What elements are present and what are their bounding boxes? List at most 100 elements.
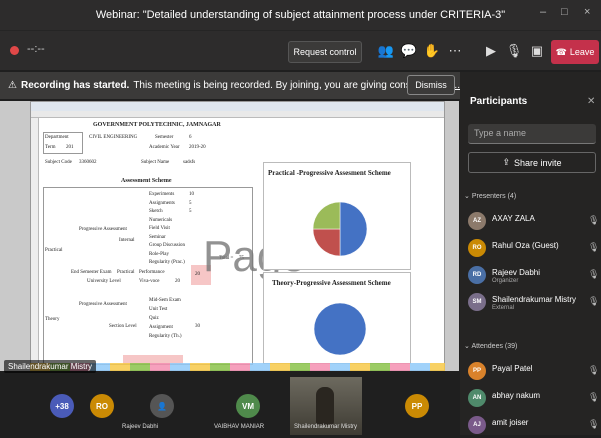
- practical-value: 5: [189, 200, 192, 206]
- practical-item: Field Visit: [149, 226, 170, 231]
- more-participants-badge[interactable]: +38: [50, 394, 74, 418]
- raise-hand-icon[interactable]: ✋: [423, 43, 441, 59]
- theory-item: Unit Test: [149, 307, 168, 312]
- attendees-header[interactable]: ⌄ Attendees (39): [464, 342, 517, 350]
- practical-label: Practical: [45, 248, 63, 253]
- participant-row[interactable]: RD Rajeev Dabhi Organizer 🎙: [468, 266, 599, 288]
- tile-label-shailendrakumar: Shailendrakumar Mistry: [294, 424, 358, 430]
- avatar: RO: [468, 239, 486, 257]
- participant-row[interactable]: PP Payal Patel 🎙: [468, 362, 600, 384]
- pie-slice: [313, 302, 367, 356]
- theory-item: Quiz: [149, 316, 159, 321]
- practical-item: Regularity (Prac.): [149, 260, 185, 265]
- practical-item: Seminar: [149, 234, 166, 240]
- participant-row[interactable]: AZ AXAY ZALA 🎙: [468, 212, 600, 234]
- mic-status-icon: 🎙: [588, 215, 600, 225]
- university-level-label: University Level: [87, 279, 121, 284]
- term-label: Term: [45, 145, 56, 150]
- practical-value: 10: [189, 192, 194, 197]
- participant-row[interactable]: RO Rahul Oza (Guest) 🎙: [468, 239, 600, 261]
- subject-code-value: 3360602: [79, 160, 97, 165]
- avatar: SM: [468, 293, 486, 311]
- mic-status-icon: 🎙: [588, 392, 600, 402]
- avatar-vm: VM: [236, 394, 260, 418]
- more-actions-icon[interactable]: ⋯: [446, 43, 464, 59]
- chat-icon[interactable]: 💬: [400, 43, 418, 59]
- dismiss-button[interactable]: Dismiss: [407, 75, 455, 95]
- request-control-button[interactable]: Request control: [288, 41, 362, 63]
- academic-year-label: Academic Year: [149, 145, 180, 150]
- spreadsheet-window: GOVERNMENT POLYTECHNIC, JAMNAGAR Departm…: [30, 101, 445, 371]
- theory-label: Theory: [45, 317, 60, 322]
- share-invite-button[interactable]: ⇪ Share invite: [468, 152, 596, 173]
- people-icon[interactable]: 👥: [377, 43, 395, 59]
- participant-name: Shailendrakumar Mistry: [492, 295, 577, 304]
- practical-item: Group Discussion: [149, 243, 185, 248]
- tile-label-vaibhav: VAIBHAV MANIAR: [214, 424, 265, 430]
- mic-status-icon: 🎙: [588, 242, 600, 252]
- minimize-button[interactable]: –: [540, 6, 546, 18]
- avatar-rajeev: 👤: [150, 394, 174, 418]
- theory-progressive-label: Progressive Assessment: [79, 302, 127, 307]
- participants-title: Participants: [470, 96, 528, 107]
- presenters-header[interactable]: ⌄ Presenters (4): [464, 192, 516, 200]
- mic-status-icon: 🎙: [588, 365, 600, 375]
- avatar: PP: [468, 362, 486, 380]
- theory-total-value: 30: [195, 324, 200, 329]
- subject-name-value: sadsfs: [183, 160, 196, 165]
- mic-off-icon[interactable]: 🎙: [505, 43, 523, 59]
- recording-banner: ⚠ Recording has started. This meeting is…: [0, 72, 460, 99]
- academic-year-value: 2019-20: [189, 145, 206, 150]
- theory-item: Assignment: [149, 325, 173, 330]
- attendees-count: Attendees (39): [471, 343, 518, 350]
- subject-code-label: Subject Code: [45, 160, 72, 165]
- camera-off-icon[interactable]: ▶: [482, 43, 500, 59]
- semester-label: Semester: [155, 135, 174, 140]
- participant-row[interactable]: SM Shailendrakumar Mistry External 🎙: [468, 293, 599, 315]
- window-title: Webinar: "Detailed understanding of subj…: [95, 9, 506, 21]
- recording-dot-icon: [10, 46, 19, 55]
- pie-slice: [312, 228, 341, 257]
- close-panel-icon[interactable]: ✕: [587, 96, 595, 107]
- practical-item: Experiments: [149, 192, 175, 197]
- end-value: 20: [175, 279, 180, 284]
- close-window-button[interactable]: ×: [584, 6, 590, 18]
- share-icon: ⇪: [502, 157, 510, 167]
- banner-message: This meeting is being recorded. By joini…: [133, 80, 433, 91]
- participant-role: External: [492, 305, 515, 311]
- theory-item: Mid-Sem Exam: [149, 298, 181, 303]
- banner-title: Recording has started.: [20, 80, 130, 91]
- share-tray-icon[interactable]: ▣: [528, 43, 546, 59]
- phone-icon: ☎: [555, 46, 567, 57]
- participant-name: AXAY ZALA: [492, 214, 535, 223]
- practical-item: Assignments: [149, 200, 175, 206]
- semester-value: 6: [189, 135, 192, 140]
- maximize-button[interactable]: □: [561, 6, 568, 18]
- avatar: AJ: [468, 416, 486, 434]
- share-invite-label: Share invite: [514, 157, 562, 168]
- participant-name: amit joiser: [492, 418, 529, 427]
- avatar: AZ: [468, 212, 486, 230]
- leave-button[interactable]: ☎ Leave: [551, 40, 599, 64]
- viva-label: Viva-voce: [139, 279, 160, 284]
- person-video: [316, 387, 334, 425]
- pie-slice: [312, 201, 341, 230]
- avatar: AN: [468, 389, 486, 407]
- participant-name: Rajeev Dabhi: [492, 268, 541, 277]
- section-level-label: Section Level: [109, 324, 137, 329]
- internal-label: Internal: [119, 238, 135, 243]
- warning-icon: ⚠: [8, 80, 17, 91]
- term-value: 201: [66, 145, 74, 150]
- practical-value: 5: [189, 209, 192, 214]
- presenter-name-tag: Shailendrakumar Mistry: [4, 360, 97, 373]
- practical-item: Role-Play: [149, 251, 169, 257]
- meeting-toolbar: --:-- Request control 👥 💬 ✋ ⋯ ▶ 🎙 ▣ ☎ Le…: [0, 30, 601, 70]
- participants-panel: Participants ✕ Type a name ⇪ Share invit…: [460, 72, 601, 435]
- window-titlebar: Webinar: "Detailed understanding of subj…: [0, 0, 601, 30]
- leave-label: Leave: [569, 47, 595, 57]
- participant-row[interactable]: AN abhay nakum 🎙: [468, 389, 600, 411]
- sheet-title: GOVERNMENT POLYTECHNIC, JAMNAGAR: [93, 122, 221, 128]
- participant-search-input[interactable]: Type a name: [468, 124, 596, 144]
- practical-pie: [312, 201, 368, 257]
- assessment-scheme-heading: Assessment Scheme: [121, 178, 172, 184]
